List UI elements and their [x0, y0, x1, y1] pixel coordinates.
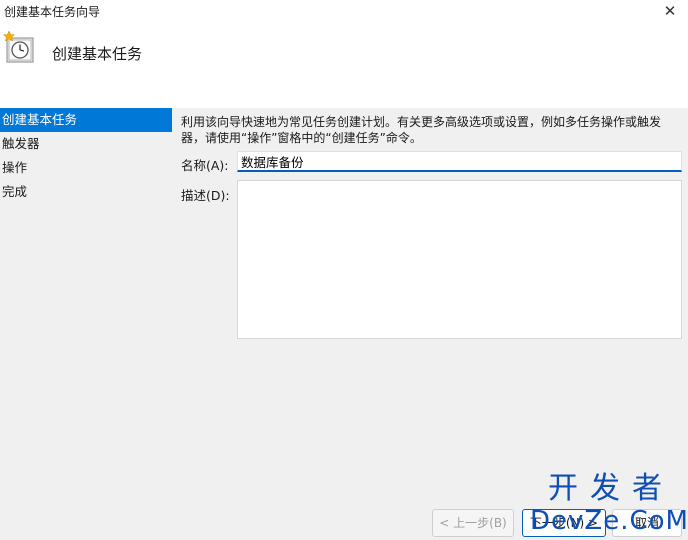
back-button[interactable]: < 上一步(B) [432, 509, 514, 537]
wizard-intro-text: 利用该向导快速地为常见任务创建计划。有关更多高级选项或设置，例如多任务操作或触发… [181, 115, 662, 145]
scheduled-task-clock-icon [3, 30, 34, 63]
close-button[interactable]: ✕ [652, 0, 688, 22]
watermark-line1: 开发者 [548, 471, 674, 506]
name-label: 名称(A): [181, 158, 229, 173]
step-trigger[interactable]: 触发器 [0, 132, 172, 156]
description-label: 描述(D): [181, 188, 230, 203]
step-finish[interactable]: 完成 [0, 180, 172, 204]
next-button[interactable]: 下一步(N) > [522, 509, 606, 537]
step-create-basic-task[interactable]: 创建基本任务 [0, 108, 172, 132]
wizard-step-list: 创建基本任务 触发器 操作 完成 [0, 108, 172, 540]
name-input[interactable] [237, 151, 682, 172]
wizard-header: 创建基本任务 [0, 22, 688, 108]
page-title: 创建基本任务 [52, 45, 143, 63]
description-textarea[interactable] [237, 180, 682, 339]
cancel-button[interactable]: 取消 [612, 509, 682, 537]
title-bar: 创建基本任务向导 ✕ [0, 0, 688, 22]
window-title: 创建基本任务向导 [4, 5, 101, 19]
close-icon: ✕ [663, 2, 677, 20]
step-action[interactable]: 操作 [0, 156, 172, 180]
